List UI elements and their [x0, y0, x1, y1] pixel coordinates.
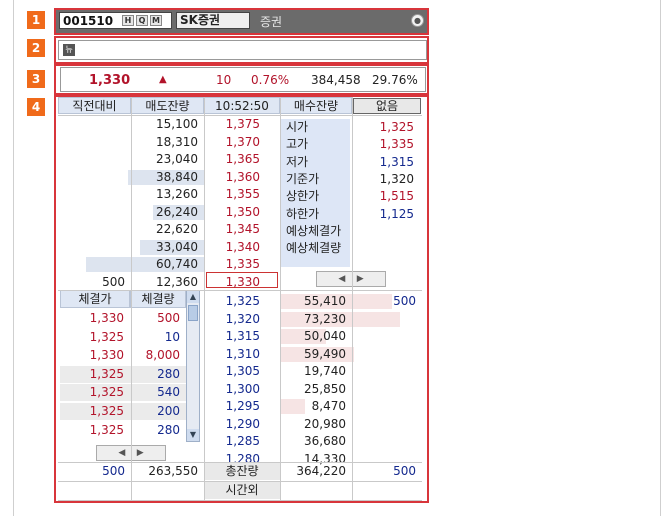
callout-badge-4: 4 [27, 98, 45, 116]
highlight-box-2 [54, 36, 429, 64]
highlight-box-4 [54, 95, 429, 503]
callout-badge-2: 2 [27, 39, 45, 57]
callout-badge-3: 3 [27, 70, 45, 88]
highlight-box-3 [54, 64, 429, 95]
left-frame-rule [13, 0, 14, 516]
highlight-box-1 [54, 8, 429, 35]
callout-badge-1: 1 [27, 11, 45, 29]
right-frame-rule [660, 0, 661, 516]
